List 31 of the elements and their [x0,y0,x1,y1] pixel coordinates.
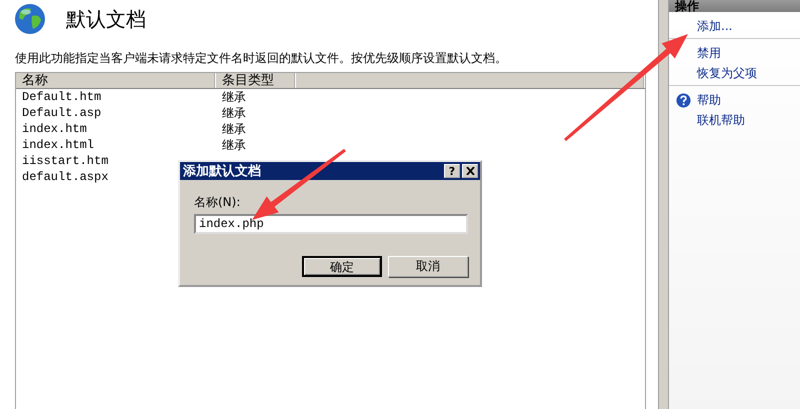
file-name-cell: index.htm [22,122,87,136]
close-icon [466,167,474,175]
name-input-field[interactable]: index.php [194,214,468,234]
field-label: 名称(N): [194,194,242,211]
actions-title: 操作 [675,0,699,12]
action-link[interactable]: 添加... [697,18,732,34]
action-link[interactable]: 禁用 [697,44,721,62]
dialog-title: 添加默认文档 [183,162,261,180]
cancel-button[interactable]: 取消 [388,256,468,277]
entry-type-cell: 继承 [222,88,246,106]
file-name-cell: Default.asp [22,106,102,120]
action-link[interactable]: 恢复为父项 [697,64,757,82]
file-name-cell: Default.htm [22,90,102,104]
column-header[interactable]: 条目类型 [216,73,296,88]
entry-type-cell: 继承 [222,136,246,154]
page-title: 默认文档 [66,6,146,32]
column-header[interactable]: 名称 [16,73,216,88]
file-name-cell: index.html [22,138,94,152]
ok-button[interactable]: 确定 [302,256,382,277]
entry-type-cell: 继承 [222,120,246,138]
help-icon [676,92,691,108]
entry-type-cell: 继承 [222,104,246,122]
panel-splitter[interactable] [659,0,668,409]
action-link[interactable]: 帮助 [697,92,721,108]
file-name-cell: iisstart.htm [22,154,108,168]
file-name-cell: default.aspx [22,170,108,184]
page-description: 使用此功能指定当客户端未请求特定文件名时返回的默认文件。按优先级顺序设置默认文档。 [15,50,508,67]
help-button[interactable]: ? [444,164,460,178]
action-link[interactable]: 联机帮助 [697,112,745,128]
globe-icon [14,3,46,35]
close-button[interactable] [462,164,478,178]
